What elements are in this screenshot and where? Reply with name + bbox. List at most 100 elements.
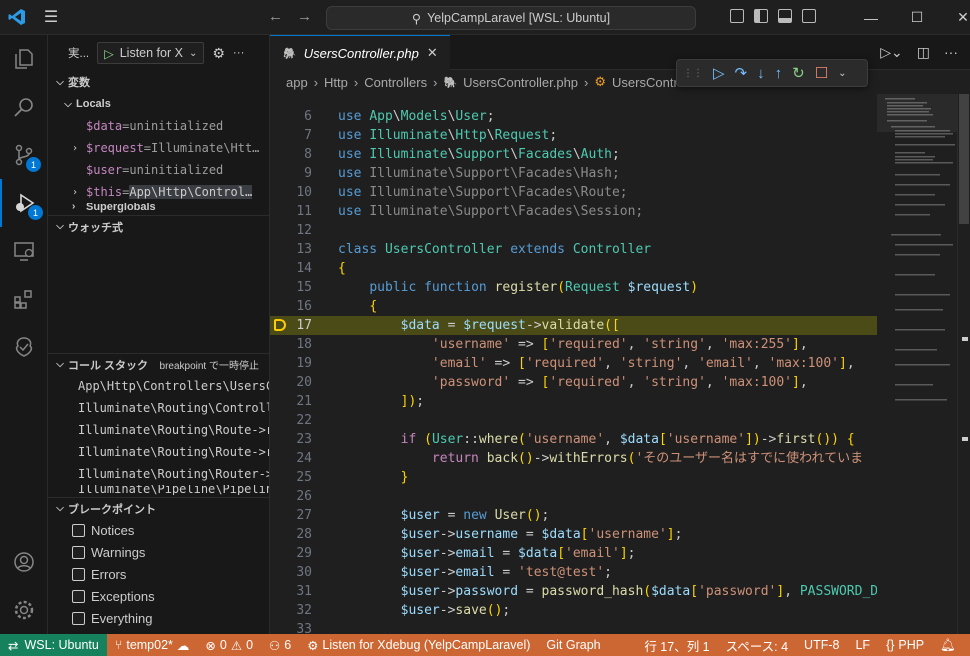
checkbox[interactable]: [72, 567, 85, 581]
encoding[interactable]: UTF-8: [796, 638, 847, 652]
line-number[interactable]: 28: [270, 525, 312, 544]
line-number[interactable]: 24: [270, 449, 312, 468]
debug-config-select[interactable]: ▷ Listen for X ⌄: [97, 42, 205, 64]
stop-icon[interactable]: ☐: [815, 64, 828, 82]
code-line[interactable]: 7 use Illuminate\Http\Request;: [270, 126, 877, 145]
close-tab-icon[interactable]: ✕: [427, 45, 438, 61]
line-number[interactable]: 32: [270, 601, 312, 620]
line-number[interactable]: 15: [270, 278, 312, 297]
code-line[interactable]: 20 'password' => ['required', 'string', …: [270, 373, 877, 392]
code-line[interactable]: 32 $user->save();: [270, 601, 877, 620]
line-number[interactable]: 31: [270, 582, 312, 601]
code-line[interactable]: 23 if (User::where('username', $data['us…: [270, 430, 877, 449]
notifications-bell-icon[interactable]: 🔔︎: [932, 638, 964, 653]
code-line[interactable]: 31 $user->password = password_hash($data…: [270, 582, 877, 601]
superglobals-scope[interactable]: › Superglobals: [48, 203, 269, 213]
split-editor-icon[interactable]: ◫: [917, 44, 930, 61]
toggle-panel-icon[interactable]: [778, 9, 792, 23]
stack-frame[interactable]: Illuminate\Routing\Route->r: [48, 441, 269, 463]
remote-indicator[interactable]: ⇄ WSL: Ubuntu: [0, 634, 107, 656]
line-number[interactable]: 20: [270, 373, 312, 392]
stack-frame[interactable]: Illuminate\Routing\Route->r: [48, 419, 269, 441]
git-graph-button[interactable]: Git Graph: [538, 638, 608, 652]
code-line[interactable]: 13 class UsersController extends Controll…: [270, 240, 877, 259]
breadcrumb-item[interactable]: UsersController.php: [463, 75, 578, 90]
breadcrumb-item[interactable]: Controllers: [364, 75, 427, 90]
line-number[interactable]: 10: [270, 183, 312, 202]
line-number[interactable]: 16: [270, 297, 312, 316]
stack-frame[interactable]: App\Http\Controllers\UsersC: [48, 375, 269, 397]
indentation[interactable]: スペース: 4: [718, 636, 796, 655]
line-number[interactable]: 25: [270, 468, 312, 487]
code-line[interactable]: 10 use Illuminate\Support\Facades\Route;: [270, 183, 877, 202]
minimap[interactable]: [877, 94, 957, 634]
code-line[interactable]: 25 }: [270, 468, 877, 487]
code-line[interactable]: 6 use App\Models\User;: [270, 107, 877, 126]
code-line[interactable]: 19 'email' => ['required', 'string', 'em…: [270, 354, 877, 373]
source-control-icon[interactable]: 1: [0, 131, 48, 179]
code-line[interactable]: 22: [270, 411, 877, 430]
end-of-line[interactable]: LF: [847, 638, 878, 652]
code-line[interactable]: 9 use Illuminate\Support\Facades\Hash;: [270, 164, 877, 183]
code-line[interactable]: 14 {: [270, 259, 877, 278]
code-line[interactable]: 15 public function register(Request $req…: [270, 278, 877, 297]
variable-row[interactable]: › $this = App\Http\Control…: [48, 181, 269, 203]
minimize-icon[interactable]: —: [848, 0, 894, 35]
line-number[interactable]: 27: [270, 506, 312, 525]
command-center-search[interactable]: ⚲ YelpCampLaravel [WSL: Ubuntu]: [326, 6, 696, 30]
code-line[interactable]: 27 $user = new User();: [270, 506, 877, 525]
line-number[interactable]: 8: [270, 145, 312, 164]
extensions-icon[interactable]: [0, 275, 48, 323]
code-line[interactable]: 24 return back()->withErrors('そのユーザー名はすで…: [270, 449, 877, 468]
code-line[interactable]: 30 $user->email = 'test@test';: [270, 563, 877, 582]
line-number[interactable]: 6: [270, 107, 312, 126]
checkbox[interactable]: [72, 589, 85, 603]
stack-frame[interactable]: Illuminate\Routing\Router->: [48, 463, 269, 485]
start-debugging-icon[interactable]: ▷: [104, 46, 114, 61]
code-line[interactable]: 12: [270, 221, 877, 240]
checkbox[interactable]: [72, 545, 85, 559]
code-line[interactable]: 18 'username' => ['required', 'string', …: [270, 335, 877, 354]
line-number[interactable]: 13: [270, 240, 312, 259]
continue-icon[interactable]: ▷: [713, 64, 725, 82]
explorer-icon[interactable]: [0, 35, 48, 83]
more-actions-icon[interactable]: ···: [944, 44, 958, 61]
toggle-secondary-sidebar-icon[interactable]: [802, 9, 816, 23]
locals-scope[interactable]: ⌵ Locals: [48, 93, 269, 115]
vertical-scrollbar[interactable]: [957, 94, 970, 634]
line-number[interactable]: 11: [270, 202, 312, 221]
breakpoint-option[interactable]: Exceptions: [48, 585, 269, 607]
breadcrumb-item[interactable]: UsersContr: [612, 75, 678, 90]
checkbox[interactable]: [72, 611, 85, 625]
callstack-section-header[interactable]: ⌵ コール スタック breakpoint で一時停止: [48, 353, 269, 375]
customize-layout-icon[interactable]: [730, 9, 744, 23]
line-number[interactable]: 19: [270, 354, 312, 373]
settings-gear-icon[interactable]: ⚙: [212, 45, 225, 62]
variable-row[interactable]: $data = uninitialized: [48, 115, 269, 137]
run-file-icon[interactable]: ▷⌄: [880, 44, 903, 61]
testing-icon[interactable]: [0, 323, 48, 371]
code-line[interactable]: 33: [270, 620, 877, 634]
line-number[interactable]: 18: [270, 335, 312, 354]
breadcrumb-item[interactable]: Http: [324, 75, 348, 90]
code-line[interactable]: 8 use Illuminate\Support\Facades\Auth;: [270, 145, 877, 164]
drag-handle-icon[interactable]: ⋮⋮: [683, 68, 703, 79]
line-number[interactable]: 22: [270, 411, 312, 430]
manage-gear-icon[interactable]: [0, 586, 48, 634]
watch-section-header[interactable]: ⌵ ウォッチ式: [48, 215, 269, 237]
variables-section-header[interactable]: ⌵ 変数: [48, 71, 269, 93]
breakpoint-option[interactable]: Everything: [48, 607, 269, 629]
code-line[interactable]: 26: [270, 487, 877, 506]
stack-frame[interactable]: Illuminate\Routing\Controll: [48, 397, 269, 419]
line-number[interactable]: 23: [270, 430, 312, 449]
breakpoint-option[interactable]: Notices: [48, 519, 269, 541]
code-line[interactable]: 21 ]);: [270, 392, 877, 411]
code-line[interactable]: 28 $user->username = $data['username'];: [270, 525, 877, 544]
line-number[interactable]: 30: [270, 563, 312, 582]
scrollbar-thumb[interactable]: [959, 94, 969, 224]
breakpoint-option[interactable]: Errors: [48, 563, 269, 585]
chevron-down-icon[interactable]: ⌄: [838, 68, 846, 79]
line-number[interactable]: 21: [270, 392, 312, 411]
breakpoint-option[interactable]: Warnings: [48, 541, 269, 563]
accounts-icon[interactable]: [0, 538, 48, 586]
